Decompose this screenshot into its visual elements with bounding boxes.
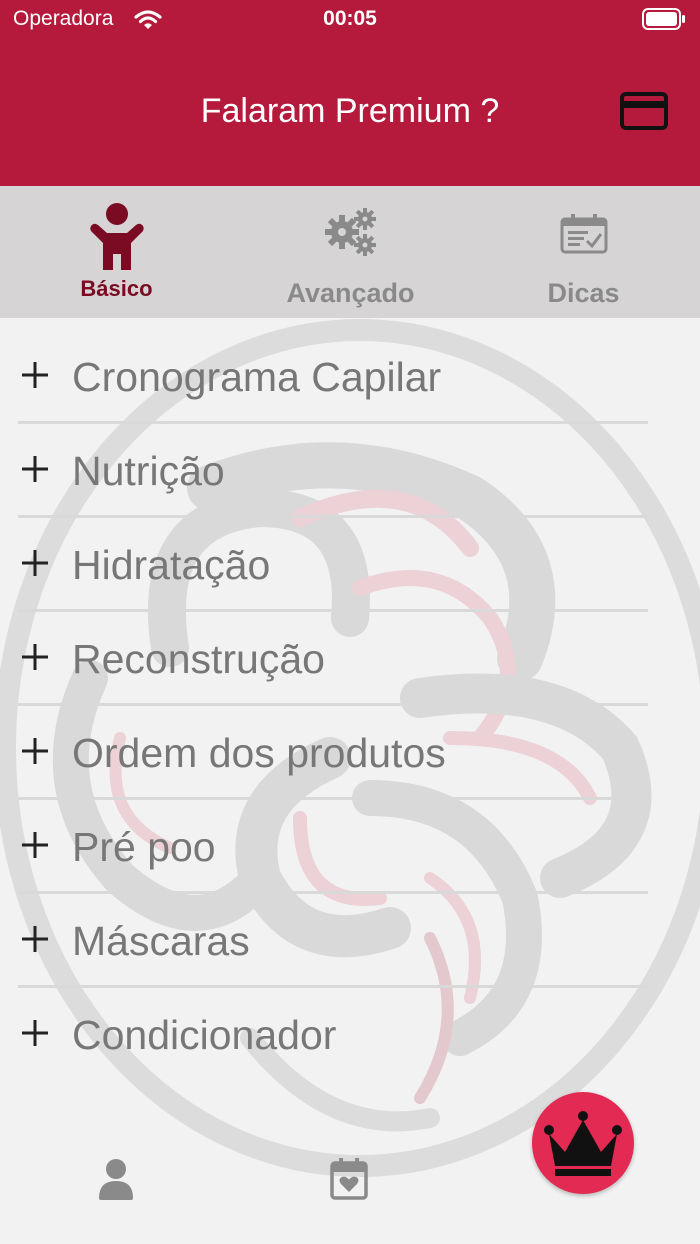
list-item-label: Cronograma Capilar <box>72 354 442 400</box>
tab-bar: Básico Avançado Dicas <box>0 186 700 318</box>
divider <box>18 609 648 612</box>
list-item-label: Reconstrução <box>72 636 325 682</box>
plus-icon <box>22 1020 48 1046</box>
divider <box>18 985 648 988</box>
app-header: Operadora 00:05 Falaram Premium ? <box>0 0 700 186</box>
tab-dicas-label: Dicas <box>547 278 620 308</box>
divider <box>18 797 648 800</box>
list-item-label: Hidratação <box>72 542 271 588</box>
list-item[interactable]: Pré poo <box>18 802 648 896</box>
list-item-label: Pré poo <box>72 824 216 870</box>
list-item[interactable]: Nutrição <box>18 426 648 520</box>
credit-card-icon[interactable] <box>620 92 668 130</box>
child-icon <box>89 203 144 270</box>
plus-icon <box>22 832 48 858</box>
page-title: Falaram Premium ? <box>200 92 500 130</box>
gears-icon <box>324 208 376 256</box>
user-icon[interactable] <box>97 1158 135 1200</box>
tab-basico[interactable]: Básico <box>0 186 233 318</box>
plus-icon <box>22 738 48 764</box>
plus-icon <box>22 550 48 576</box>
tab-basico-label: Básico <box>80 276 153 301</box>
status-bar: Operadora 00:05 <box>0 0 700 40</box>
list-item[interactable]: Hidratação <box>18 520 648 614</box>
premium-button[interactable] <box>532 1092 634 1194</box>
calendar-heart-icon[interactable] <box>330 1158 368 1200</box>
tab-avancado-label: Avançado <box>286 278 415 308</box>
battery-icon <box>642 8 685 30</box>
list-item-label: Condicionador <box>72 1012 337 1058</box>
divider <box>18 891 648 894</box>
plus-icon <box>22 926 48 952</box>
plus-icon <box>22 644 48 670</box>
list-item[interactable]: Ordem dos produtos <box>18 708 648 802</box>
tab-avancado[interactable]: Avançado <box>234 186 467 318</box>
plus-icon <box>22 362 48 388</box>
list-item[interactable]: Reconstrução <box>18 614 648 708</box>
divider <box>18 421 648 424</box>
list-item[interactable]: Cronograma Capilar <box>18 332 648 426</box>
list-item-label: Ordem dos produtos <box>72 730 446 776</box>
status-time: 00:05 <box>323 7 377 30</box>
tab-dicas[interactable]: Dicas <box>467 186 700 318</box>
crown-icon <box>544 1111 622 1176</box>
calendar-check-icon <box>560 214 607 254</box>
plus-icon <box>22 456 48 482</box>
list-item[interactable]: Condicionador <box>18 990 648 1084</box>
list-item-label: Nutrição <box>72 448 225 494</box>
list-item[interactable]: Máscaras <box>18 896 648 990</box>
divider <box>18 703 648 706</box>
list-item-label: Máscaras <box>72 918 250 964</box>
divider <box>18 515 648 518</box>
